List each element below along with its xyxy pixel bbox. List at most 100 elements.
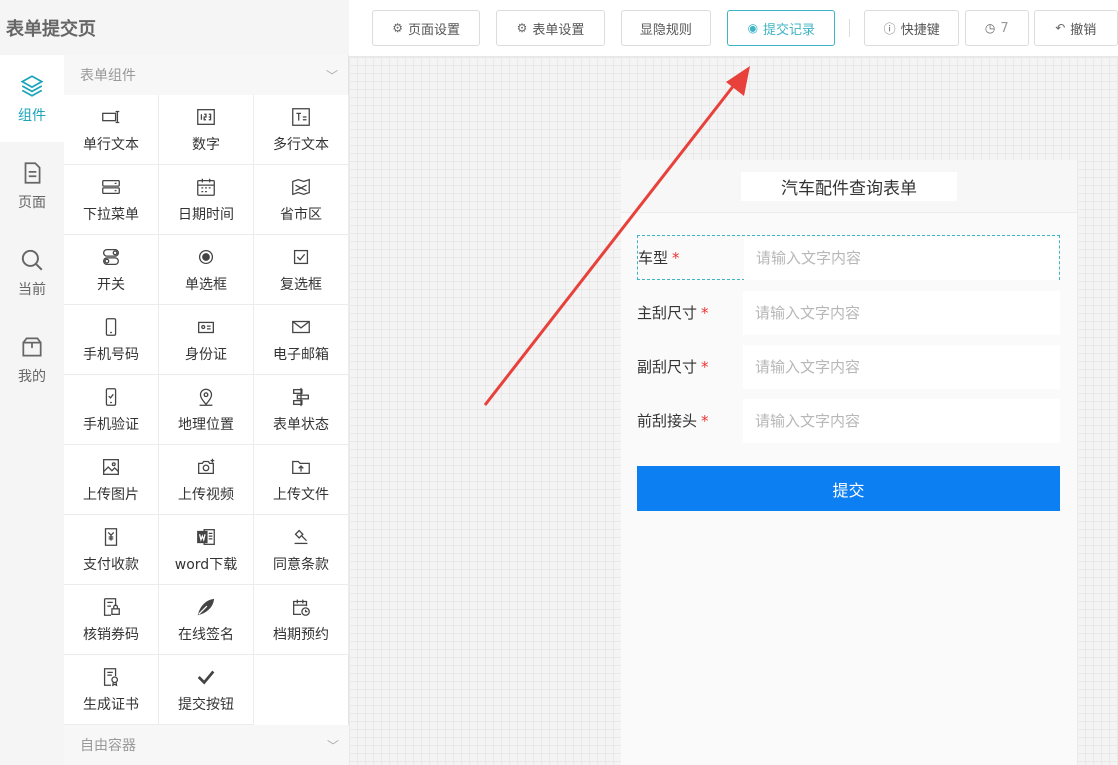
- rail-item-components[interactable]: 组件: [0, 55, 64, 142]
- front-wiper-connector-input[interactable]: [743, 398, 1060, 443]
- component-signature[interactable]: 在线签名: [159, 585, 254, 655]
- agree-terms-icon: [294, 529, 308, 544]
- form-title-bar: 汽车配件查询表单: [621, 160, 1077, 213]
- form-status-icon: [293, 387, 309, 406]
- component-id-card[interactable]: 身份证: [159, 305, 254, 375]
- dropdown-icon: [102, 179, 120, 194]
- submit-records-button[interactable]: ◉ 提交记录: [727, 10, 836, 46]
- component-certificate[interactable]: 生成证书: [64, 655, 159, 725]
- component-schedule[interactable]: 档期预约: [254, 585, 349, 655]
- shortcuts-button[interactable]: ⓘ 快捷键: [864, 10, 959, 46]
- form-settings-button[interactable]: ⚙ 表单设置: [496, 10, 605, 46]
- component-payment[interactable]: 支付收款: [64, 515, 159, 585]
- rail-item-label: 页面: [18, 194, 46, 211]
- component-phone[interactable]: 手机号码: [64, 305, 159, 375]
- component-label: 单行文本: [83, 136, 139, 153]
- component-number[interactable]: 数字: [159, 95, 254, 165]
- design-canvas: 汽车配件查询表单 车型* 主刮尺寸* 副刮尺寸* 前刮接头* 提交: [349, 57, 1118, 765]
- upload-file-icon: [292, 460, 310, 474]
- component-upload-file[interactable]: 上传文件: [254, 445, 349, 515]
- form-title[interactable]: 汽车配件查询表单: [741, 171, 957, 201]
- calendar-icon: [197, 178, 215, 196]
- group-header-form-components[interactable]: 表单组件 ﹀: [64, 55, 348, 95]
- location-icon: [199, 388, 213, 406]
- eye-icon: ◉: [747, 21, 759, 35]
- page-settings-button[interactable]: ⚙ 页面设置: [372, 10, 481, 46]
- info-icon: ⓘ: [883, 21, 896, 36]
- component-label: 下拉菜单: [83, 206, 139, 223]
- undo-button[interactable]: ↶ 撤销: [1033, 10, 1118, 46]
- email-icon: [292, 320, 310, 333]
- component-label: 复选框: [280, 276, 322, 293]
- component-label: 提交按钮: [178, 696, 234, 713]
- coupon-icon: [103, 597, 120, 616]
- component-region[interactable]: 省市区: [254, 165, 349, 235]
- rail-item-current[interactable]: 当前: [0, 229, 64, 316]
- rail-item-page[interactable]: 页面: [0, 142, 64, 229]
- component-multi-line-text[interactable]: 多行文本: [254, 95, 349, 165]
- multi-line-icon: [292, 107, 310, 126]
- component-label: 核销券码: [83, 626, 139, 643]
- component-label: 上传图片: [83, 486, 139, 503]
- component-single-line-text[interactable]: 单行文本: [64, 95, 159, 165]
- field-label: 副刮尺寸 *: [637, 358, 709, 376]
- component-form-status[interactable]: 表单状态: [254, 375, 349, 445]
- button-label: 显隐规则: [639, 22, 692, 38]
- form-field-front-wiper-connector[interactable]: 前刮接头 *: [637, 398, 1060, 443]
- component-coupon[interactable]: 核销券码: [64, 585, 159, 655]
- id-card-icon: [198, 321, 214, 333]
- submit-button[interactable]: 提交: [637, 466, 1060, 511]
- search-icon: [21, 249, 43, 270]
- chevron-down-icon: ﹀: [326, 738, 339, 753]
- rail-item-mine[interactable]: 我的: [0, 316, 64, 403]
- component-word-download[interactable]: word下载: [159, 515, 254, 585]
- component-label: 省市区: [280, 206, 322, 223]
- page-icon: [24, 161, 41, 184]
- button-label: 表单设置: [532, 22, 585, 38]
- schedule-icon: [293, 599, 310, 616]
- component-label: word下载: [174, 556, 238, 573]
- component-radio[interactable]: 单选框: [159, 235, 254, 305]
- component-datetime[interactable]: 日期时间: [159, 165, 254, 235]
- field-label: 车型 *: [638, 249, 680, 267]
- component-dropdown[interactable]: 下拉菜单: [64, 165, 159, 235]
- phone-icon: [105, 317, 117, 336]
- button-label: 快捷键: [900, 22, 940, 38]
- certificate-icon: [103, 667, 119, 686]
- history-button[interactable]: ◷ 7: [964, 10, 1029, 46]
- field-label: 前刮接头 *: [637, 412, 709, 430]
- component-email[interactable]: 电子邮箱: [254, 305, 349, 375]
- component-label: 多行文本: [273, 136, 329, 153]
- secondary-wiper-size-input[interactable]: [743, 344, 1060, 389]
- rail-item-label: 组件: [18, 107, 46, 124]
- component-label: 上传文件: [273, 486, 329, 503]
- group-title: 自由容器: [80, 738, 136, 754]
- box-icon: [22, 336, 42, 357]
- undo-icon: ↶: [1055, 21, 1066, 35]
- component-label: 同意条款: [273, 556, 329, 573]
- components-panel: 表单组件 ﹀ 单行文本 数字 多行文本 下拉菜单 日期时间 省市区 开关 单选框…: [64, 55, 349, 765]
- car-model-input[interactable]: [744, 235, 1059, 280]
- form-field-car-model[interactable]: 车型 *: [637, 235, 1060, 280]
- component-checkbox[interactable]: 复选框: [254, 235, 349, 305]
- component-upload-image[interactable]: 上传图片: [64, 445, 159, 515]
- switch-icon: [103, 248, 119, 265]
- upload-video-icon: [198, 458, 215, 474]
- form-field-main-wiper-size[interactable]: 主刮尺寸 *: [637, 290, 1060, 335]
- component-switch[interactable]: 开关: [64, 235, 159, 305]
- toolbar-divider: [849, 19, 851, 37]
- component-submit-button[interactable]: 提交按钮: [159, 655, 254, 725]
- top-toolbar: ⚙ 页面设置 ⚙ 表单设置 显隐规则 ◉ 提交记录 ⓘ 快捷键 ◷ 7 ↶ 撤销: [349, 0, 1118, 57]
- component-label: 档期预约: [273, 626, 329, 643]
- chevron-down-icon: ﹀: [325, 68, 338, 83]
- component-upload-video[interactable]: 上传视频: [159, 445, 254, 515]
- group-header-free-container[interactable]: 自由容器 ﹀: [64, 725, 349, 765]
- component-phone-verify[interactable]: 手机验证: [64, 375, 159, 445]
- form-field-secondary-wiper-size[interactable]: 副刮尺寸 *: [637, 344, 1060, 389]
- component-label: 身份证: [185, 346, 227, 363]
- component-location[interactable]: 地理位置: [159, 375, 254, 445]
- component-agree-terms[interactable]: 同意条款: [254, 515, 349, 585]
- main-wiper-size-input[interactable]: [743, 290, 1060, 335]
- visibility-rules-button[interactable]: 显隐规则: [620, 10, 712, 46]
- component-label: 表单状态: [273, 416, 329, 433]
